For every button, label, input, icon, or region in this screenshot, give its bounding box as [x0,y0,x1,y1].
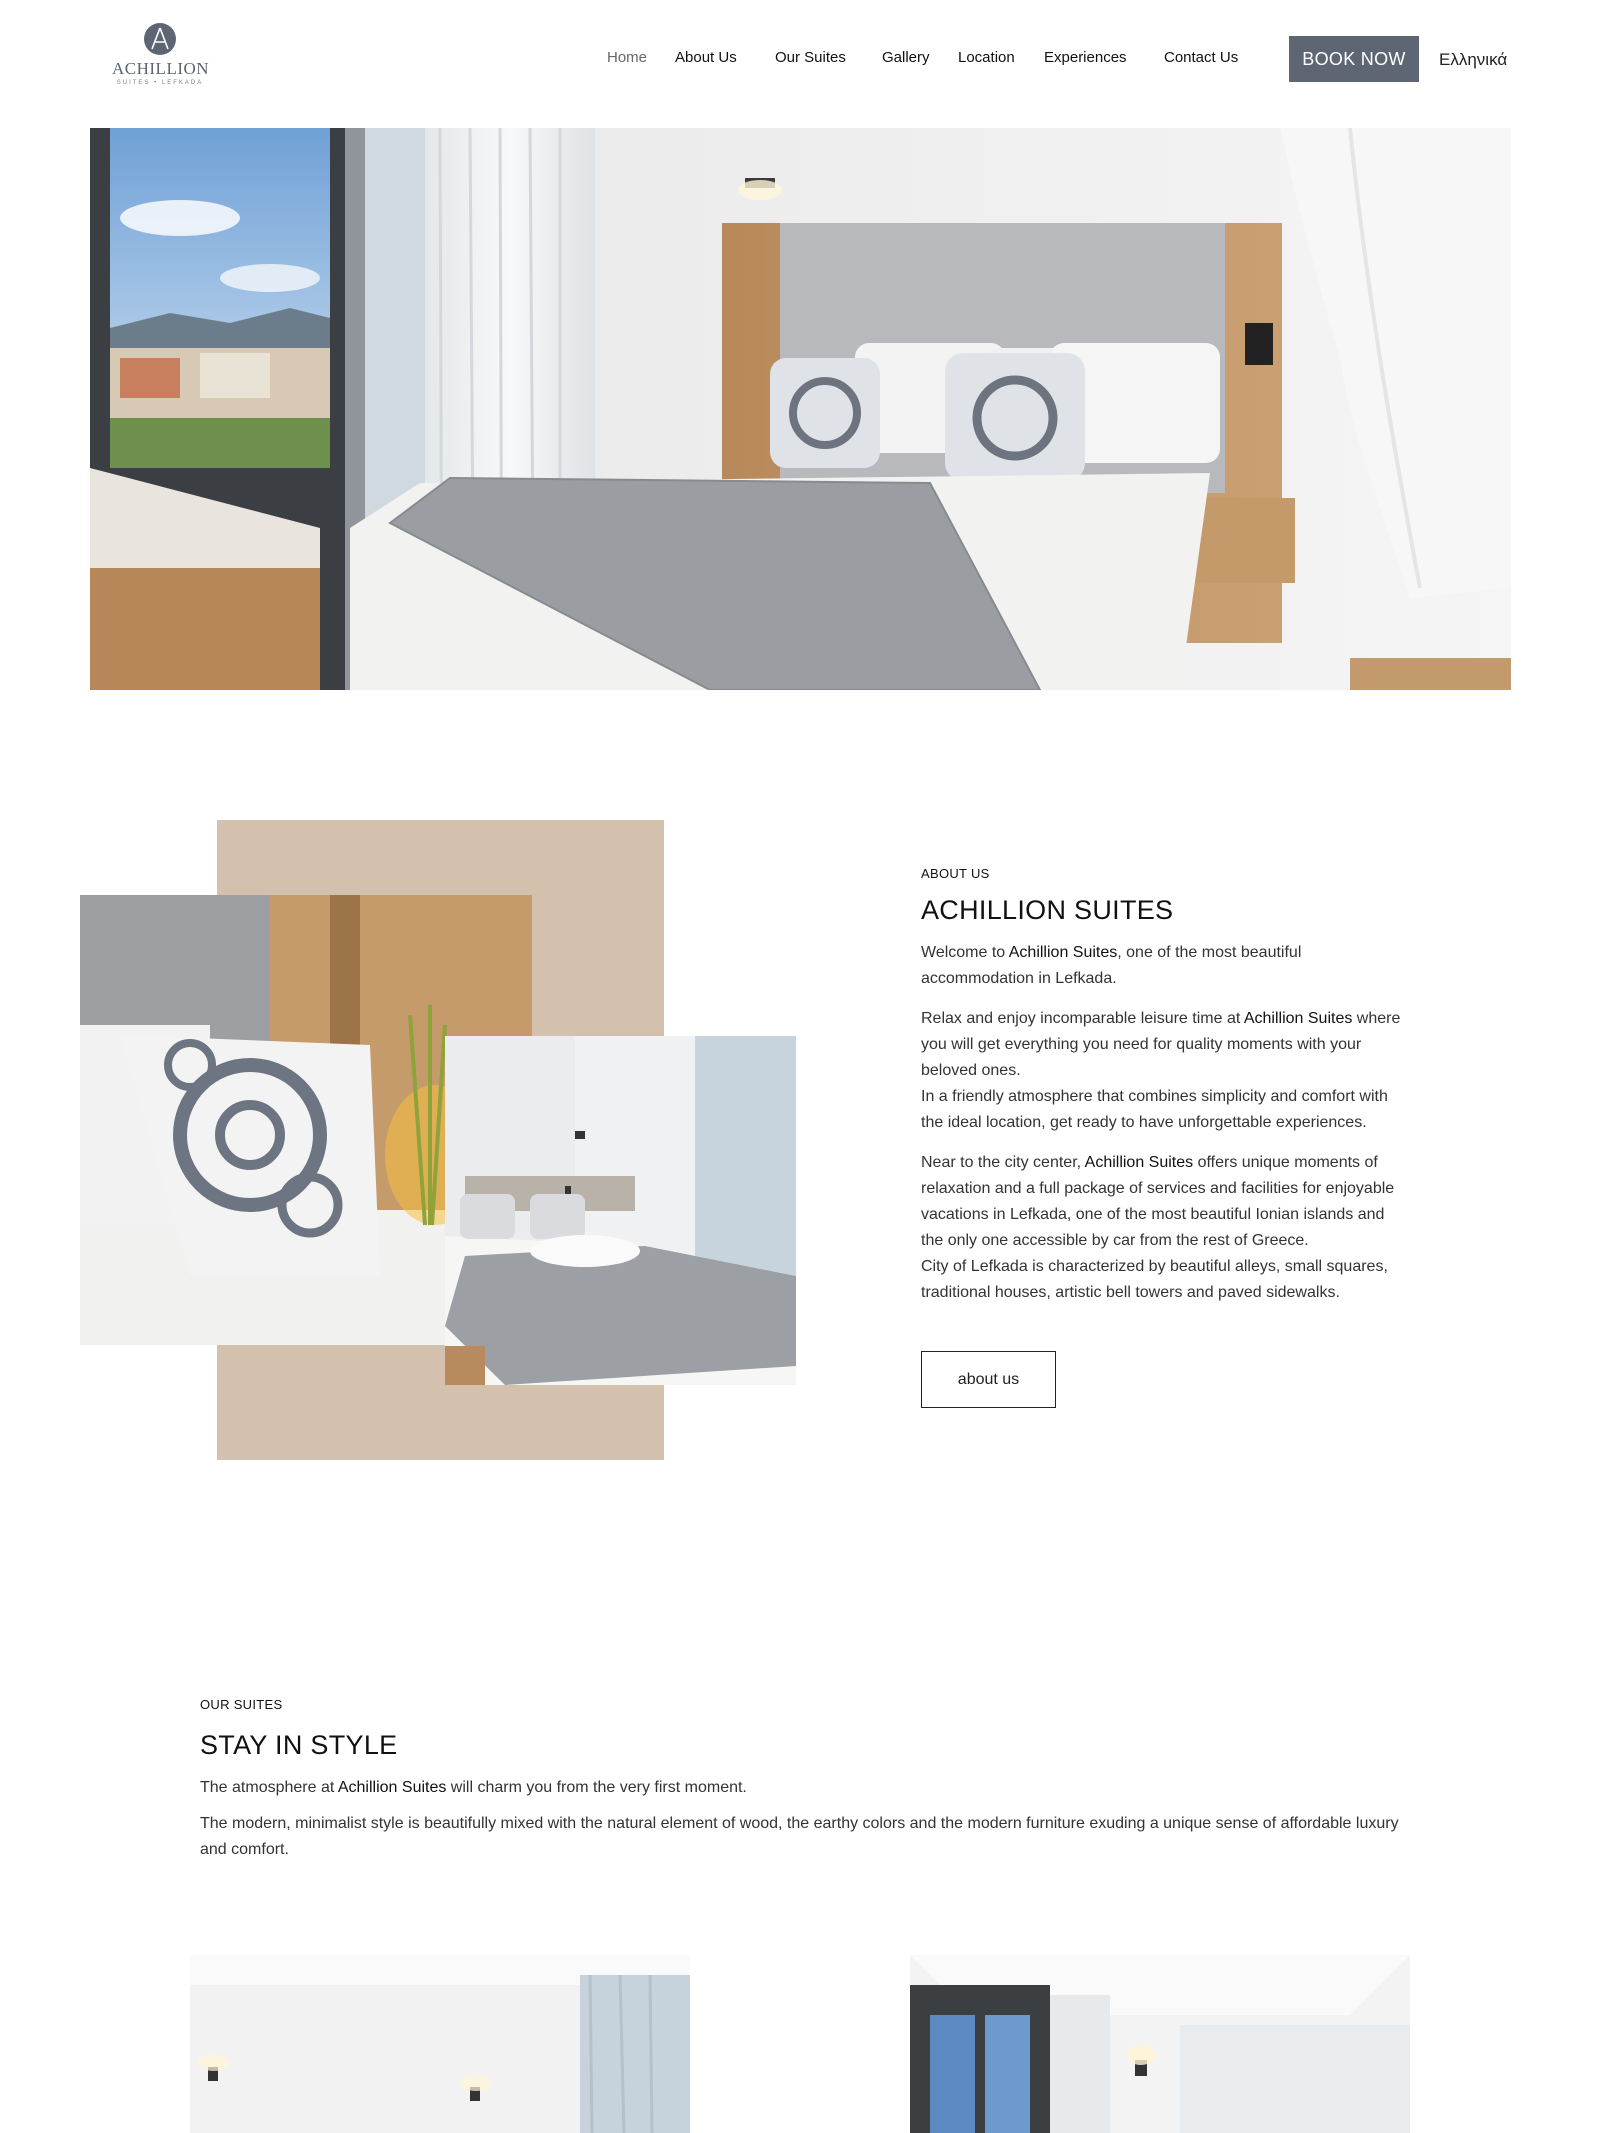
text-fragment: The atmosphere at [200,1779,338,1796]
suites-title: STAY IN STYLE [200,1730,398,1760]
suite-image-1[interactable] [190,1955,690,2133]
book-now-button[interactable]: BOOK NOW [1289,36,1419,82]
hero-bedroom-illustration [90,128,1511,690]
text-fragment: City of Lefkada is characterized by beau… [921,1258,1388,1301]
text-fragment: Near to the city center, [921,1154,1085,1171]
brand-mention: Achillion Suites [1008,944,1118,961]
about-text-block: ABOUT US ACHILLION SUITES Welcome to Ach… [921,866,1411,1306]
suite-photo-1 [190,1955,690,2133]
suite-photo-2 [910,1955,1410,2133]
brand-mention: Achillion Suites [337,1779,447,1796]
suites-eyebrow: OUR SUITES [200,1697,283,1712]
suites-paragraph-2: The modern, minimalist style is beautifu… [200,1815,1399,1858]
about-title: ACHILLION SUITES [921,895,1174,925]
nav-experiences[interactable]: Experiences [1044,49,1127,66]
nav-about-us[interactable]: About Us [675,49,737,66]
about-paragraph-2: Relax and enjoy incomparable leisure tim… [921,1006,1411,1136]
about-room-image [445,1036,796,1385]
text-fragment: will charm you from the very first momen… [446,1779,747,1796]
suite-image-2[interactable] [910,1955,1410,2133]
nav-location[interactable]: Location [958,49,1015,66]
brand-mention: Achillion Suites [1243,1010,1353,1027]
about-us-button[interactable]: about us [921,1351,1056,1408]
about-eyebrow: ABOUT US [921,866,990,881]
about-paragraph-3: Near to the city center, Achillion Suite… [921,1150,1411,1306]
text-fragment: Welcome to [921,944,1009,961]
suites-paragraph-1: The atmosphere at Achillion Suites will … [200,1775,1420,1801]
about-paragraph-1: Welcome to Achillion Suites, one of the … [921,940,1411,992]
logo-subtitle: SUITES • LEFKADA [116,80,204,86]
nav-contact-us[interactable]: Contact Us [1164,49,1238,66]
language-switch[interactable]: Ελληνικά [1439,50,1507,70]
text-fragment: In a friendly atmosphere that combines s… [921,1088,1388,1131]
nav-gallery[interactable]: Gallery [882,49,930,66]
suites-section: OUR SUITES STAY IN STYLE The atmosphere … [200,1697,1420,1863]
brand-mention: Achillion Suites [1084,1154,1194,1171]
text-fragment: Relax and enjoy incomparable leisure tim… [921,1010,1244,1027]
site-header: ACHILLION SUITES • LEFKADA Home About Us… [0,0,1600,120]
nav-our-suites[interactable]: Our Suites [775,49,846,66]
room-photo [445,1036,796,1385]
nav-home[interactable]: Home [607,49,647,66]
hero-image [90,128,1511,690]
